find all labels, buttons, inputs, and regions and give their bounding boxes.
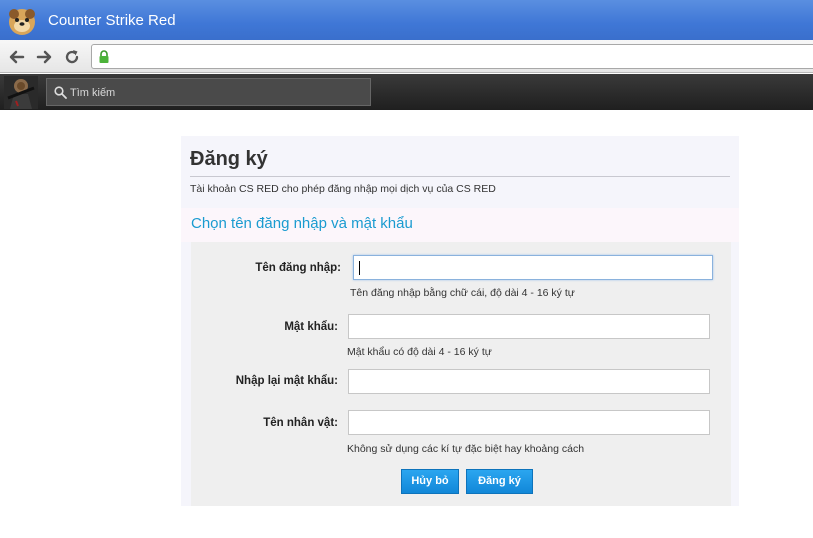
registration-panel: Đăng ký Tài khoản CS RED cho phép đăng n…: [181, 136, 739, 506]
search-placeholder: Tìm kiếm: [70, 87, 116, 99]
search-input[interactable]: Tìm kiếm: [46, 78, 371, 106]
forward-button[interactable]: [34, 47, 54, 67]
username-field[interactable]: [353, 255, 713, 280]
browser-toolbar: [0, 40, 813, 73]
registration-form: Tên đăng nhập: Tên đăng nhập bằng chữ cá…: [191, 242, 731, 506]
page-title: Đăng ký: [190, 148, 268, 170]
password-field[interactable]: [348, 314, 710, 339]
app-logo-icon: [9, 9, 35, 35]
reload-button[interactable]: [62, 47, 82, 67]
divider: [190, 176, 730, 177]
reload-icon: [65, 50, 79, 64]
confirm-password-field[interactable]: [348, 369, 710, 394]
back-arrow-icon: [9, 50, 25, 64]
password-hint: Mật khẩu có độ dài 4 - 16 ký tự: [347, 346, 492, 358]
lock-icon: [99, 50, 109, 63]
password-label: Mật khẩu:: [284, 321, 338, 333]
character-name-field[interactable]: [348, 410, 710, 435]
page-description: Tài khoản CS RED cho phép đăng nhập mọi …: [190, 183, 496, 195]
username-hint: Tên đăng nhập bằng chữ cái, độ dài 4 - 1…: [350, 287, 575, 299]
avatar[interactable]: [4, 76, 38, 109]
forward-arrow-icon: [36, 50, 52, 64]
cancel-button[interactable]: Hủy bỏ: [401, 469, 459, 494]
window-title: Counter Strike Red: [48, 12, 176, 29]
character-name-label: Tên nhân vật:: [263, 417, 338, 429]
text-caret: [359, 261, 360, 275]
address-bar[interactable]: [91, 44, 813, 69]
back-button[interactable]: [7, 47, 27, 67]
username-label: Tên đăng nhập:: [255, 262, 341, 274]
site-topbar: Tìm kiếm: [0, 74, 813, 110]
character-name-hint: Không sử dụng các kí tự đặc biệt hay kho…: [347, 443, 585, 455]
confirm-password-label: Nhập lại mật khẩu:: [235, 375, 338, 387]
section-title: Chọn tên đăng nhập và mật khẩu: [191, 215, 413, 232]
search-icon: [54, 86, 67, 99]
register-button[interactable]: Đăng ký: [466, 469, 533, 494]
browser-titlebar: Counter Strike Red: [0, 0, 813, 40]
